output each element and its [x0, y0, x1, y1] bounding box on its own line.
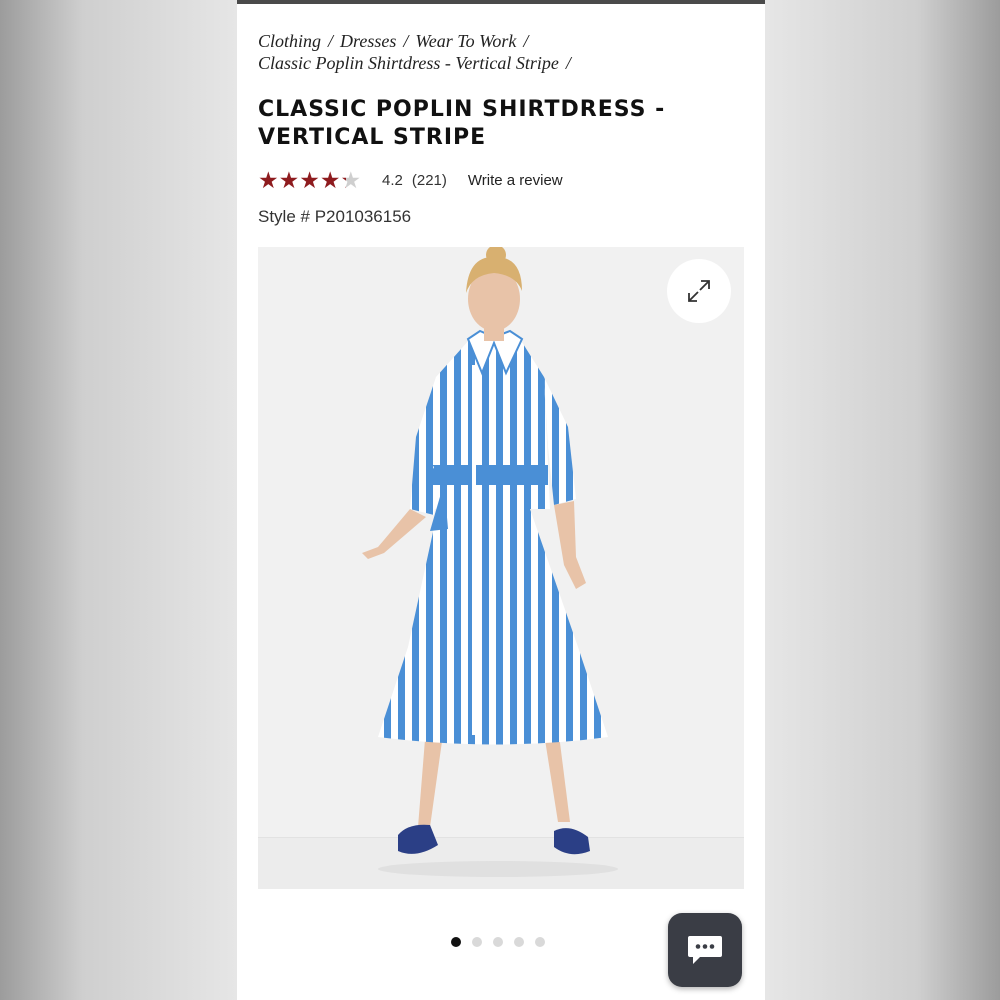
carousel-dot[interactable]	[451, 937, 461, 947]
breadcrumb-wear-to-work[interactable]: Wear To Work	[415, 31, 516, 51]
breadcrumb-separator: /	[565, 53, 571, 73]
carousel-dot[interactable]	[493, 937, 503, 947]
carousel-dot[interactable]	[472, 937, 482, 947]
rating-stars[interactable]: ★ ★ ★ ★ ★	[258, 166, 362, 193]
star-full-icon: ★	[278, 166, 300, 193]
chat-button[interactable]	[668, 913, 742, 987]
model-in-dress-image	[362, 247, 618, 877]
carousel-dots	[451, 937, 545, 947]
breadcrumb-clothing[interactable]: Clothing	[258, 31, 321, 51]
style-number: Style # P201036156	[258, 207, 412, 226]
breadcrumb-current-product[interactable]: Classic Poplin Shirtdress - Vertical Str…	[258, 53, 559, 73]
product-page: Clothing / Dresses / Wear To Work / Classic Po…	[237, 4, 765, 1000]
write-review-link[interactable]: Write a review	[468, 172, 563, 189]
star-full-icon: ★	[258, 166, 279, 193]
breadcrumb-dresses[interactable]: Dresses	[340, 31, 396, 51]
breadcrumb-separator: /	[523, 31, 529, 51]
review-count[interactable]: (221)	[412, 172, 447, 189]
breadcrumb: Clothing / Dresses / Wear To Work / Classic Po…	[258, 30, 748, 74]
expand-arrows-icon	[688, 280, 710, 302]
star-full-icon: ★	[319, 166, 341, 193]
product-image[interactable]	[258, 247, 744, 889]
breadcrumb-separator: /	[403, 31, 409, 51]
star-full-icon: ★	[299, 166, 320, 193]
breadcrumb-separator: /	[328, 31, 334, 51]
star-partial-icon: ★	[340, 166, 362, 193]
product-title: CLASSIC POPLIN SHIRTDRESS - VERTICAL STR…	[258, 97, 666, 150]
rating-row: ★ ★ ★ ★ ★ 4.2 (221) Write a review	[258, 167, 563, 193]
background-right	[765, 0, 1000, 1000]
chat-bubble-icon	[688, 936, 722, 964]
rating-value: 4.2	[382, 171, 403, 189]
expand-image-button[interactable]	[667, 259, 731, 323]
carousel-dot[interactable]	[514, 937, 524, 947]
background-left	[0, 0, 237, 1000]
carousel-dot[interactable]	[535, 937, 545, 947]
